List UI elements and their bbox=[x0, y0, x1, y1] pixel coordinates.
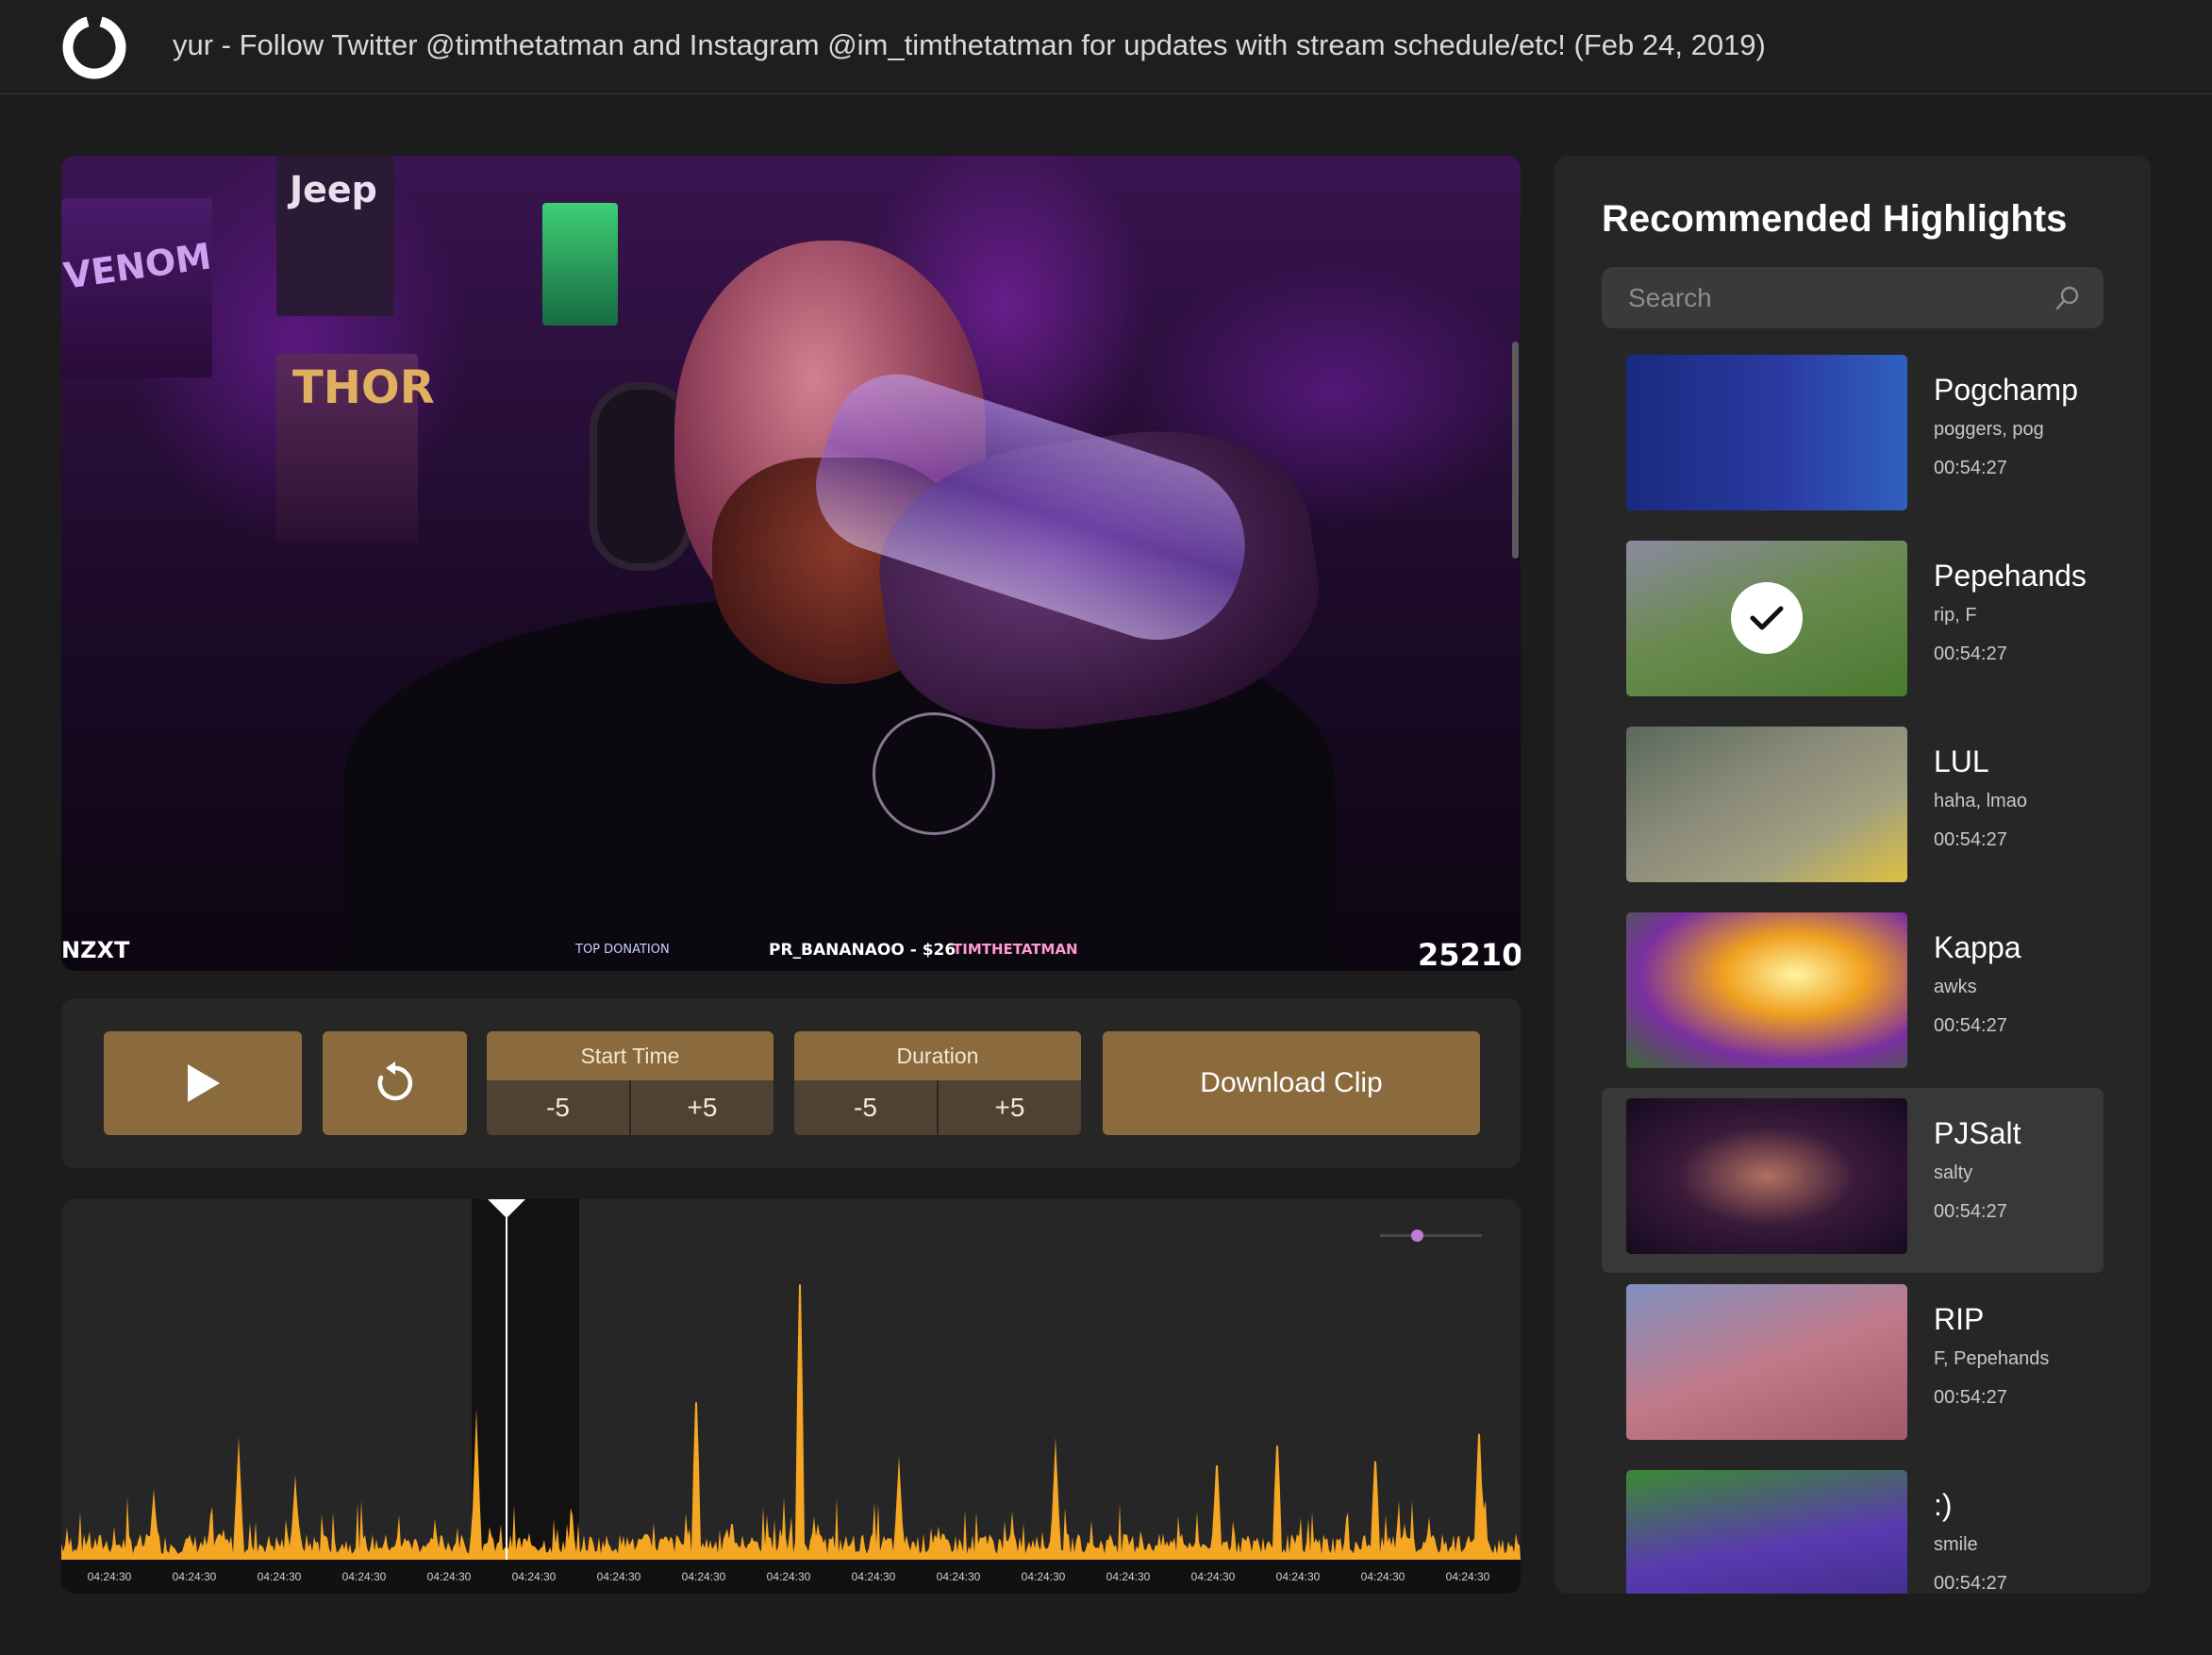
power-ring-logo[interactable] bbox=[62, 15, 126, 79]
highlight-item[interactable]: PJSalt salty 00:54:27 bbox=[1602, 1088, 2104, 1273]
highlight-thumbnail[interactable] bbox=[1626, 541, 1907, 696]
sidebar-title: Recommended Highlights bbox=[1602, 198, 2068, 240]
highlight-name: Kappa bbox=[1934, 930, 2021, 964]
highlight-name: RIP bbox=[1934, 1302, 1985, 1336]
highlight-timestamp: 00:54:27 bbox=[1934, 1573, 2007, 1594]
highlight-tags: F, Pepehands bbox=[1934, 1348, 2050, 1369]
recommended-highlights-panel: Recommended Highlights Pogchamp poggers, … bbox=[1555, 156, 2151, 1594]
time-tick-label: 04:24:30 bbox=[172, 1570, 217, 1583]
highlight-thumbnail[interactable] bbox=[1626, 1098, 1907, 1254]
play-button[interactable] bbox=[104, 1031, 302, 1135]
top-bar: yur - Follow Twitter @timthetatman and I… bbox=[0, 0, 2212, 94]
highlight-thumbnail[interactable] bbox=[1626, 727, 1907, 882]
overlay-brand: NZXT bbox=[61, 937, 130, 963]
check-icon bbox=[1731, 582, 1803, 654]
zoom-slider-track[interactable] bbox=[1380, 1234, 1482, 1237]
highlight-name: Pepehands bbox=[1934, 559, 2087, 593]
duration-minus-button[interactable]: -5 bbox=[794, 1080, 937, 1135]
waveform-path bbox=[61, 1284, 1521, 1560]
stream-title: yur - Follow Twitter @timthetatman and I… bbox=[173, 28, 1766, 61]
highlight-name: Pogchamp bbox=[1934, 373, 2078, 407]
highlight-list: Pogchamp poggers, pog 00:54:27 Pepehands rip… bbox=[1602, 344, 2104, 1594]
highlight-name: LUL bbox=[1934, 744, 1989, 778]
clip-controls: Start Time -5 +5 Duration -5 +5 Download… bbox=[61, 998, 1521, 1168]
highlight-item[interactable]: Kappa awks 00:54:27 bbox=[1602, 902, 2104, 1087]
time-tick-label: 04:24:30 bbox=[1190, 1570, 1236, 1583]
search-input[interactable] bbox=[1602, 267, 2104, 328]
time-tick-label: 04:24:30 bbox=[1106, 1570, 1151, 1583]
time-tick-label: 04:24:30 bbox=[1360, 1570, 1405, 1583]
time-tick-label: 04:24:30 bbox=[1275, 1570, 1321, 1583]
playhead-line bbox=[506, 1199, 507, 1560]
audio-timeline[interactable]: 04:24:30 04:24:30 04:24:30 04:24:30 04:24:30… bbox=[61, 1199, 1521, 1594]
duration-plus-button[interactable]: +5 bbox=[937, 1080, 1081, 1135]
duration-stepper: Duration -5 +5 bbox=[794, 1031, 1081, 1135]
replay-button[interactable] bbox=[323, 1031, 467, 1135]
overlay-donation-label: TOP DONATION bbox=[575, 943, 670, 957]
highlight-thumbnail[interactable] bbox=[1626, 1284, 1907, 1440]
video-player[interactable]: VENOM Jeep THOR NZXT TOP DONATION PR_BAN… bbox=[61, 156, 1521, 971]
time-tick-label: 04:24:30 bbox=[681, 1570, 726, 1583]
start-time-stepper: Start Time -5 +5 bbox=[487, 1031, 773, 1135]
highlight-timestamp: 00:54:27 bbox=[1934, 1201, 2007, 1222]
highlight-thumbnail[interactable] bbox=[1626, 355, 1907, 510]
poster-thor-text: THOR bbox=[292, 361, 435, 414]
time-axis: 04:24:30 04:24:30 04:24:30 04:24:30 04:24:30… bbox=[61, 1560, 1521, 1594]
highlight-thumbnail[interactable] bbox=[1626, 1470, 1907, 1594]
highlight-tags: awks bbox=[1934, 977, 1977, 997]
time-tick-label: 04:24:30 bbox=[341, 1570, 387, 1583]
highlight-timestamp: 00:54:27 bbox=[1934, 458, 2007, 478]
time-tick-label: 04:24:30 bbox=[426, 1570, 472, 1583]
highlight-timestamp: 00:54:27 bbox=[1934, 1387, 2007, 1408]
highlight-item[interactable]: Pogchamp poggers, pog 00:54:27 bbox=[1602, 344, 2104, 529]
highlight-thumbnail[interactable] bbox=[1626, 912, 1907, 1068]
sidebar-scrollbar[interactable] bbox=[1512, 342, 1519, 559]
highlight-name: :) bbox=[1934, 1488, 1953, 1522]
overlay-donation-text: PR_BANANAOO - $26 bbox=[769, 941, 956, 960]
highlight-timestamp: 00:54:27 bbox=[1934, 1015, 2007, 1036]
overlay-channel: TIMTHETATMAN bbox=[953, 941, 1078, 958]
duration-label: Duration bbox=[794, 1031, 1081, 1080]
highlight-item[interactable]: LUL haha, lmao 00:54:27 bbox=[1602, 716, 2104, 901]
start-time-minus-button[interactable]: -5 bbox=[487, 1080, 629, 1135]
green-monitor bbox=[542, 203, 618, 326]
time-tick-label: 04:24:30 bbox=[766, 1570, 811, 1583]
search-icon[interactable] bbox=[2054, 285, 2081, 311]
time-tick-label: 04:24:30 bbox=[851, 1570, 896, 1583]
search-box[interactable] bbox=[1602, 267, 2104, 328]
audio-waveform bbox=[61, 1284, 1521, 1560]
highlight-timestamp: 00:54:27 bbox=[1934, 644, 2007, 664]
highlight-tags: salty bbox=[1934, 1162, 1973, 1183]
poster-jeep-text: Jeep bbox=[290, 169, 377, 210]
highlight-tags: poggers, pog bbox=[1934, 419, 2044, 440]
highlight-item[interactable]: :) smile 00:54:27 bbox=[1602, 1460, 2104, 1594]
shirt-logo bbox=[873, 712, 995, 835]
start-time-label: Start Time bbox=[487, 1031, 773, 1080]
download-clip-button[interactable]: Download Clip bbox=[1103, 1031, 1480, 1135]
highlight-timestamp: 00:54:27 bbox=[1934, 829, 2007, 850]
play-icon bbox=[188, 1064, 220, 1102]
time-tick-label: 04:24:30 bbox=[511, 1570, 557, 1583]
time-tick-label: 04:24:30 bbox=[1021, 1570, 1066, 1583]
highlight-name: PJSalt bbox=[1934, 1116, 2021, 1150]
zoom-slider-knob[interactable] bbox=[1411, 1229, 1423, 1242]
start-time-plus-button[interactable]: +5 bbox=[629, 1080, 773, 1135]
highlight-tags: haha, lmao bbox=[1934, 791, 2027, 811]
time-tick-label: 04:24:30 bbox=[257, 1570, 302, 1583]
highlight-tags: smile bbox=[1934, 1534, 1978, 1555]
time-tick-label: 04:24:30 bbox=[936, 1570, 981, 1583]
highlight-item[interactable]: Pepehands rip, F 00:54:27 bbox=[1602, 530, 2104, 715]
overlay-count: 25210 bbox=[1418, 937, 1521, 971]
highlight-tags: rip, F bbox=[1934, 605, 1977, 626]
time-tick-label: 04:24:30 bbox=[87, 1570, 132, 1583]
replay-icon bbox=[377, 1062, 412, 1101]
highlight-item[interactable]: RIP F, Pepehands 00:54:27 bbox=[1602, 1274, 2104, 1459]
time-tick-label: 04:24:30 bbox=[1445, 1570, 1490, 1583]
playhead-handle[interactable] bbox=[488, 1199, 525, 1218]
time-tick-label: 04:24:30 bbox=[596, 1570, 641, 1583]
